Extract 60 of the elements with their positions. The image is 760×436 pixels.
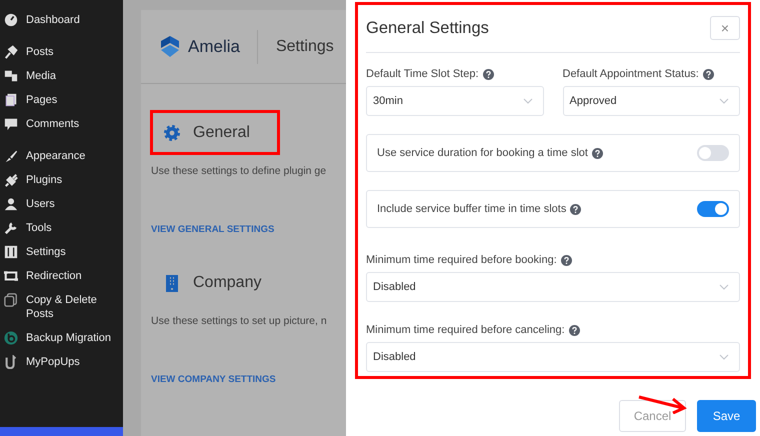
gear-icon [163, 124, 181, 142]
plug-icon [4, 173, 18, 187]
toggle-switch[interactable] [697, 145, 729, 161]
sidebar-item[interactable]: Users [0, 193, 123, 217]
sidebar-item[interactable]: Tools [0, 217, 123, 241]
logo-icon [160, 36, 180, 58]
toggle-switch[interactable] [697, 201, 729, 217]
sidebar-item[interactable]: Backup Migration [0, 327, 123, 351]
chevron-icon [719, 354, 729, 360]
field-label: Minimum time required before booking: [366, 254, 557, 266]
brand-name: Amelia [188, 36, 240, 56]
chevron-icon [719, 98, 729, 104]
sidebar-item[interactable]: Settings [0, 241, 123, 265]
help-icon[interactable] [482, 68, 494, 80]
sidebar-item[interactable]: Copy & Delete Posts [0, 289, 123, 327]
sidebar-item[interactable]: Pages [0, 89, 123, 113]
building-icon [163, 274, 181, 292]
media-icon [4, 69, 18, 83]
field-label: Default Appointment Status: [562, 68, 699, 80]
select-field[interactable]: Disabled [366, 342, 740, 372]
section-title: General [193, 124, 250, 142]
section-description: Use these settings to define plugin ge [151, 165, 328, 177]
field-label: Default Time Slot Step: [366, 68, 478, 80]
copy-icon [4, 293, 18, 307]
help-icon[interactable] [560, 254, 572, 266]
help-icon[interactable] [568, 324, 580, 336]
sliders-icon [4, 245, 18, 259]
save-button[interactable]: Save [697, 400, 756, 432]
gauge-icon [4, 13, 18, 27]
sidebar-item[interactable]: Media [0, 65, 123, 89]
sidebar-item[interactable]: Appearance [0, 145, 123, 169]
select-field[interactable]: Approved [562, 86, 740, 116]
sidebar-item[interactable]: Comments [0, 113, 123, 137]
page-title: Settings [276, 38, 334, 56]
sidebar-item[interactable]: Redirection [0, 265, 123, 289]
section-title: Company [193, 274, 262, 292]
help-icon[interactable] [702, 68, 714, 80]
toggle-label: Include service buffer time in time slots [377, 203, 566, 215]
select-field[interactable]: Disabled [366, 272, 740, 302]
close-button[interactable]: × [710, 16, 740, 40]
toggle-label: Use service duration for booking a time slot [377, 147, 588, 159]
sidebar-item[interactable]: Plugins [0, 169, 123, 193]
chevron-icon [719, 284, 729, 290]
sidebar-item[interactable]: MyPopUps [0, 351, 123, 375]
popup-icon [4, 355, 18, 369]
pages-icon [4, 93, 18, 107]
select-field[interactable]: 30min [366, 86, 544, 116]
brush-icon [4, 149, 18, 163]
field-label: Minimum time required before canceling: [366, 324, 565, 336]
help-icon[interactable] [570, 204, 582, 214]
sidebar-item[interactable]: Dashboard [0, 9, 123, 33]
comment-icon [4, 117, 18, 131]
backup-icon [4, 331, 18, 345]
user-icon [4, 197, 18, 211]
section-description: Use these settings to set up picture, n [151, 315, 328, 327]
wrench-icon [4, 221, 18, 235]
sidebar-item[interactable]: Posts [0, 41, 123, 65]
dialog-title: General Settings [366, 19, 489, 38]
chevron-icon [522, 98, 532, 104]
help-icon[interactable] [592, 148, 603, 158]
